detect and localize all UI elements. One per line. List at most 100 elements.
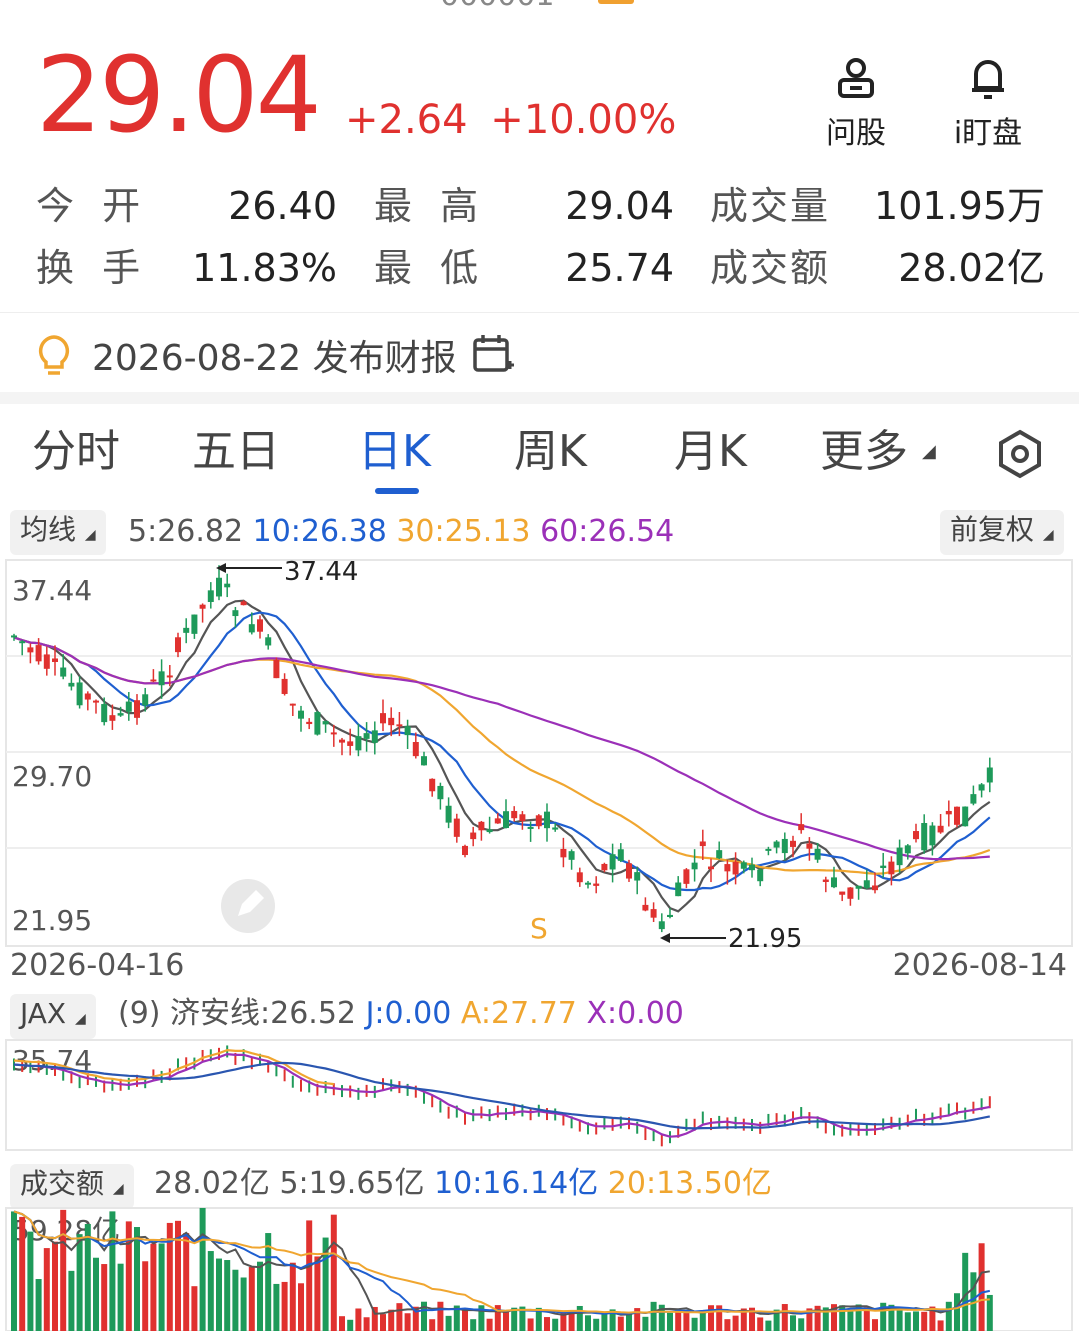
candle-body (626, 863, 632, 879)
tab-weekly-k[interactable]: 周K (514, 424, 587, 480)
amount-selector[interactable]: 成交额 ◢ (10, 1164, 134, 1209)
candle-body (84, 693, 91, 700)
amount-bar (396, 1303, 403, 1331)
amount-bar (330, 1214, 337, 1331)
adjust-selector[interactable]: 前复权 ◢ (940, 510, 1064, 555)
candle-body (552, 827, 559, 830)
amount-bar (11, 1211, 17, 1331)
candle-body (585, 882, 591, 885)
ma-line (13, 636, 990, 861)
amount-bar (347, 1319, 354, 1331)
amount-bar (199, 1207, 206, 1331)
candle-body (921, 823, 928, 851)
quote-row-1: 今 开 26.40 最 高 29.04 成交量 101.95万 (0, 184, 1079, 228)
calendar-add-icon[interactable] (472, 333, 514, 375)
candle-body (371, 730, 378, 743)
amount-bar (257, 1261, 263, 1331)
candle-body (863, 880, 870, 888)
amount-bar (314, 1256, 321, 1331)
price-change: +2.64 +10.00% (345, 96, 676, 144)
candle-body (462, 845, 468, 856)
section-divider (0, 392, 1079, 404)
candle-body (380, 713, 386, 724)
ma60-value: 60:26.54 (540, 514, 675, 549)
amount-bar (339, 1316, 345, 1331)
candle-body (232, 610, 239, 617)
candle-body (937, 825, 944, 833)
candle-body (166, 675, 173, 678)
amount-bar (240, 1277, 247, 1331)
candle-body (175, 637, 181, 653)
amount-bar (576, 1305, 583, 1331)
tab-more[interactable]: 更多 ◢ (820, 424, 936, 480)
amount-bar (470, 1319, 477, 1331)
jax-x-value: X:0.00 (586, 996, 684, 1031)
jax-line-value: (9) 济安线:26.52 (118, 996, 357, 1031)
amount-bar (298, 1283, 304, 1331)
amount-bar (142, 1261, 149, 1331)
earnings-notice[interactable]: 2026-08-22 发布财报 (0, 312, 1079, 391)
jax-indicator-chart[interactable]: 35.74 (0, 1036, 1079, 1152)
amount-bar (232, 1269, 239, 1331)
candle-body (60, 667, 67, 677)
ask-stock-button[interactable]: 问股 (806, 54, 906, 152)
candle-body (978, 784, 985, 791)
amount-bar (552, 1318, 559, 1331)
amount-bar (683, 1312, 690, 1331)
amount-bar (183, 1233, 190, 1331)
candle-body (412, 742, 419, 757)
amount-bar (388, 1309, 395, 1331)
amount-bar (109, 1211, 116, 1331)
candle-body (519, 814, 526, 821)
date-start: 2026-04-16 (10, 948, 185, 983)
candle-body (478, 821, 485, 831)
candle-body (765, 848, 772, 851)
candle-body (716, 850, 723, 859)
amount-bar-chart[interactable]: 59.28亿 (0, 1206, 1079, 1331)
jax-x-line (13, 1052, 991, 1138)
candle-body (404, 726, 411, 736)
candle-body (52, 658, 58, 663)
candle-body (954, 806, 960, 825)
tab-daily-k[interactable]: 日K (358, 424, 431, 480)
candle-body (183, 627, 190, 633)
amount-bar (281, 1281, 288, 1331)
candle-body (609, 854, 616, 870)
amount-bar (691, 1317, 698, 1331)
candle-body (576, 872, 583, 883)
jax-values: (9) 济安线:26.52 J:0.00 A:27.77 X:0.00 (118, 996, 684, 1032)
tab-five-day[interactable]: 五日 (192, 424, 280, 480)
person-icon (838, 58, 874, 98)
amount-bar (913, 1311, 919, 1331)
amount-label: 成交额 (710, 246, 831, 290)
candle-body (773, 841, 780, 848)
jax-selector[interactable]: JAX ◢ (10, 994, 96, 1039)
candle-body (306, 721, 313, 725)
watch-button[interactable]: i盯盘 (938, 54, 1038, 152)
ma5-value: 5:26.82 (128, 514, 244, 549)
amount-bar (527, 1318, 534, 1331)
triangle-down-icon: ◢ (922, 441, 936, 462)
tab-intraday[interactable]: 分时 (32, 424, 120, 480)
jax-j-line (13, 1061, 991, 1130)
amount-bar (437, 1301, 444, 1331)
amount-bar (724, 1319, 731, 1331)
market-badge (598, 0, 634, 4)
amount-bar (593, 1318, 600, 1331)
amount-bar (847, 1309, 854, 1331)
candle-body (527, 826, 534, 829)
amount-bar (207, 1251, 214, 1331)
candle-body (396, 724, 403, 727)
candle-body (330, 732, 337, 735)
candle-body (699, 841, 706, 847)
arrow-left-icon (216, 563, 226, 573)
tab-monthly-k[interactable]: 月K (674, 424, 747, 480)
candle-body (314, 712, 321, 735)
quote-row-2: 换 手 11.83% 最 低 25.74 成交额 28.02亿 (0, 246, 1079, 290)
settings-hexagon-icon[interactable] (994, 428, 1046, 480)
candle-body (593, 883, 600, 886)
candlestick-chart[interactable]: 37.44 29.70 21.95 37.44 21.95 S (0, 554, 1079, 954)
amount-bar (757, 1317, 764, 1331)
candle-body (544, 811, 550, 829)
ma-selector[interactable]: 均线 ◢ (10, 510, 106, 555)
